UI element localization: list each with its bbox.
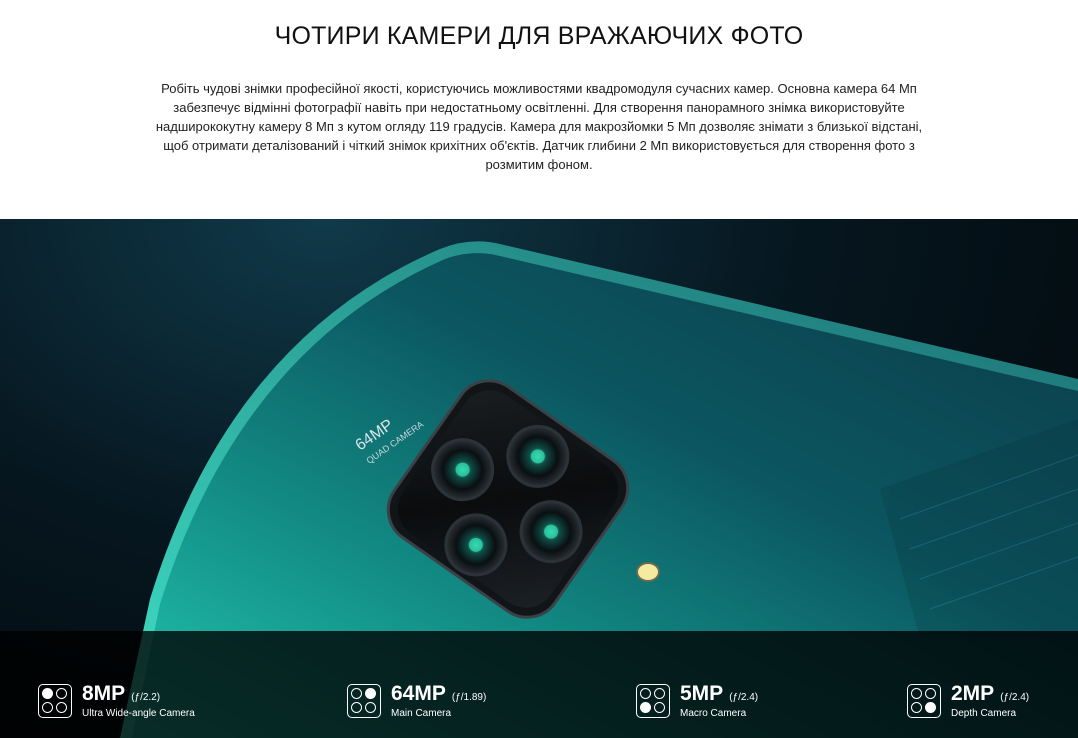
flash-led (636, 562, 660, 582)
spec-aperture: (ƒ/2.2) (131, 692, 161, 703)
spec-aperture: (ƒ/1.89) (451, 692, 487, 703)
spec-mp: 5MP (680, 682, 724, 705)
section-description: Робіть чудові знімки професійної якості,… (155, 81, 923, 172)
spec-mp: 8MP (82, 682, 126, 705)
camera-grid-icon (636, 684, 670, 718)
spec-macro: 5MP (ƒ/2.4) Macro Camera (636, 683, 758, 723)
spec-ultra-wide: 8MP (ƒ/2.2) Ultra Wide-angle Camera (38, 683, 195, 723)
spec-aperture: (ƒ/2.4) (729, 692, 759, 703)
spec-aperture: (ƒ/2.4) (1000, 692, 1030, 703)
spec-main: 64MP (ƒ/1.89) Main Camera (347, 683, 486, 723)
spec-mp: 2MP (951, 682, 995, 705)
camera-grid-icon (907, 684, 941, 718)
spec-mp: 64MP (391, 682, 446, 705)
spec-depth: 2MP (ƒ/2.4) Depth Camera (907, 683, 1029, 723)
spec-name: Macro Camera (680, 708, 747, 719)
spec-name: Main Camera (391, 708, 452, 719)
spec-name: Ultra Wide-angle Camera (82, 708, 195, 719)
spec-name: Depth Camera (951, 708, 1017, 719)
intro-section: ЧОТИРИ КАМЕРИ ДЛЯ ВРАЖАЮЧИХ ФОТО Робіть … (0, 0, 1078, 219)
section-title: ЧОТИРИ КАМЕРИ ДЛЯ ВРАЖАЮЧИХ ФОТО (274, 22, 804, 50)
camera-grid-icon (347, 684, 381, 718)
camera-grid-icon (38, 684, 72, 718)
